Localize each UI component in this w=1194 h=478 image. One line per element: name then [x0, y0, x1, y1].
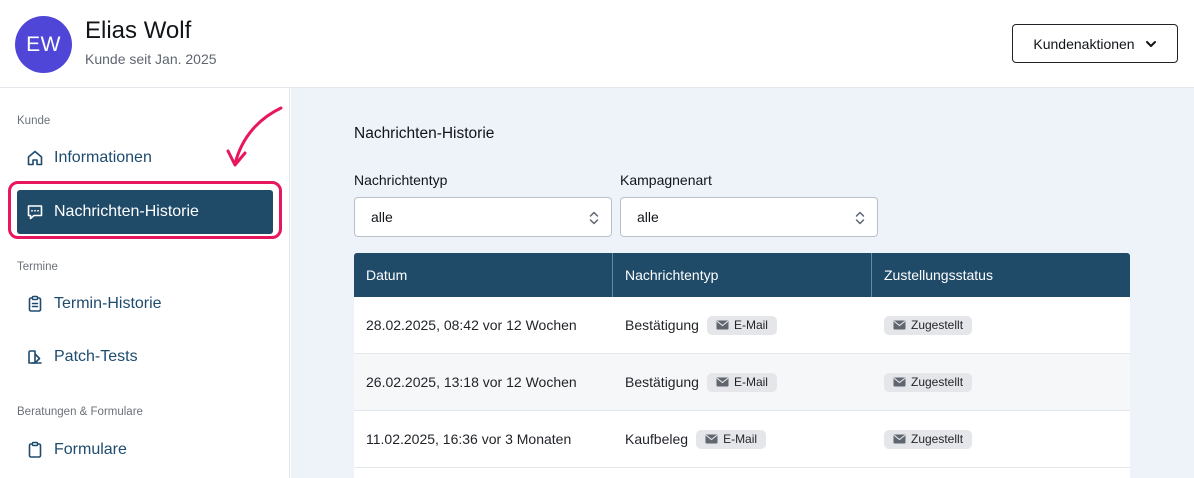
- page-title: Nachrichten-Historie: [354, 125, 495, 142]
- customer-since: Kunde seit Jan. 2025: [85, 51, 217, 67]
- message-history-table: Datum Nachrichtentyp Zustellungsstatus 2…: [354, 253, 1130, 478]
- envelope-icon: [893, 320, 906, 330]
- message-type: Bestätigung: [625, 317, 699, 333]
- sidebar-item-termin-historie[interactable]: Termin-Historie: [17, 282, 273, 326]
- filter-label-kampagnenart: Kampagnenart: [620, 172, 712, 188]
- sidebar-item-formulare[interactable]: Formulare: [17, 428, 273, 472]
- cell-date: 11.02.2025, 16:36 vor 3 Monaten: [366, 431, 572, 447]
- customer-actions-label: Kundenaktionen: [1033, 35, 1135, 52]
- table-row[interactable]: 11.02.2025, 16:36 vor 3 Monaten Kaufbele…: [354, 411, 1130, 468]
- sidebar-section-termine: Termine: [17, 261, 58, 273]
- table-header: Datum Nachrichtentyp Zustellungsstatus: [354, 253, 1130, 297]
- table-row[interactable]: 26.02.2025, 13:18 vor 12 Wochen Bestätig…: [354, 354, 1130, 411]
- cell-date: 28.02.2025, 08:42 vor 12 Wochen: [366, 317, 577, 333]
- sidebar-item-label: Informationen: [54, 149, 152, 166]
- table-row: [354, 468, 1130, 478]
- envelope-icon: [716, 320, 729, 330]
- channel-label: E-Mail: [733, 318, 768, 332]
- sidebar-section-beratungen: Beratungen & Formulare: [17, 406, 143, 418]
- clipboard-icon: [28, 441, 42, 458]
- column-header-zustellungsstatus[interactable]: Zustellungsstatus: [872, 253, 1130, 297]
- cell-status: Zugestellt: [872, 297, 1130, 353]
- cell-type: Bestätigung E-Mail: [613, 297, 872, 353]
- sidebar-section-kunde: Kunde: [17, 115, 51, 127]
- message-type: Bestätigung: [625, 374, 699, 390]
- envelope-icon: [893, 377, 906, 387]
- channel-badge: E-Mail: [706, 315, 777, 335]
- cell-type: Bestätigung E-Mail: [613, 354, 872, 410]
- message-type: Kaufbeleg: [625, 431, 689, 447]
- chevron-down-icon: [1145, 40, 1156, 47]
- avatar: EW: [15, 16, 72, 73]
- status-badge: Zugestellt: [884, 429, 973, 449]
- chevron-updown-icon: [589, 211, 599, 225]
- table-row[interactable]: 28.02.2025, 08:42 vor 12 Wochen Bestätig…: [354, 297, 1130, 354]
- channel-badge: E-Mail: [706, 372, 777, 392]
- channel-badge: E-Mail: [696, 429, 767, 449]
- filter-label-nachrichtentyp: Nachrichtentyp: [354, 172, 448, 188]
- sidebar-item-label: Patch-Tests: [54, 348, 138, 365]
- status-label: Zugestellt: [911, 375, 964, 389]
- nachrichtentyp-select[interactable]: alle: [354, 197, 612, 237]
- sidebar-item-label: Termin-Historie: [54, 295, 162, 312]
- clipboard-list-icon: [28, 295, 42, 312]
- column-header-nachrichtentyp[interactable]: Nachrichtentyp: [613, 253, 872, 297]
- sidebar: Kunde Informationen Nachrichten-Historie…: [0, 88, 290, 478]
- kampagnenart-select[interactable]: alle: [620, 197, 878, 237]
- column-header-datum[interactable]: Datum: [354, 253, 613, 297]
- chat-icon: [27, 205, 43, 220]
- chevron-updown-icon: [855, 211, 865, 225]
- channel-label: E-Mail: [723, 432, 758, 446]
- main-content: Nachrichten-Historie Nachrichtentyp alle…: [291, 88, 1194, 478]
- cell-date: 26.02.2025, 13:18 vor 12 Wochen: [366, 374, 577, 390]
- customer-actions-button[interactable]: Kundenaktionen: [1012, 24, 1178, 63]
- sidebar-item-label: Formulare: [54, 441, 127, 458]
- select-value: alle: [371, 209, 393, 225]
- sidebar-item-informationen[interactable]: Informationen: [17, 136, 273, 180]
- envelope-icon: [893, 434, 906, 444]
- envelope-icon: [716, 377, 729, 387]
- channel-label: E-Mail: [733, 375, 768, 389]
- sidebar-item-patch-tests[interactable]: Patch-Tests: [17, 335, 273, 379]
- envelope-icon: [705, 434, 718, 444]
- status-label: Zugestellt: [911, 318, 964, 332]
- status-badge: Zugestellt: [884, 315, 973, 335]
- cell-status: Zugestellt: [872, 411, 1130, 467]
- home-icon: [27, 150, 43, 166]
- status-label: Zugestellt: [911, 432, 964, 446]
- status-badge: Zugestellt: [884, 372, 973, 392]
- customer-name: Elias Wolf: [85, 17, 192, 44]
- customer-header: EW Elias Wolf Kunde seit Jan. 2025 Kunde…: [0, 0, 1194, 88]
- cell-status: Zugestellt: [872, 354, 1130, 410]
- sidebar-item-label: Nachrichten-Historie: [54, 203, 199, 220]
- patch-icon: [28, 350, 42, 364]
- cell-type: Kaufbeleg E-Mail: [613, 411, 872, 467]
- sidebar-item-nachrichten-historie[interactable]: Nachrichten-Historie: [17, 190, 273, 234]
- select-value: alle: [637, 209, 659, 225]
